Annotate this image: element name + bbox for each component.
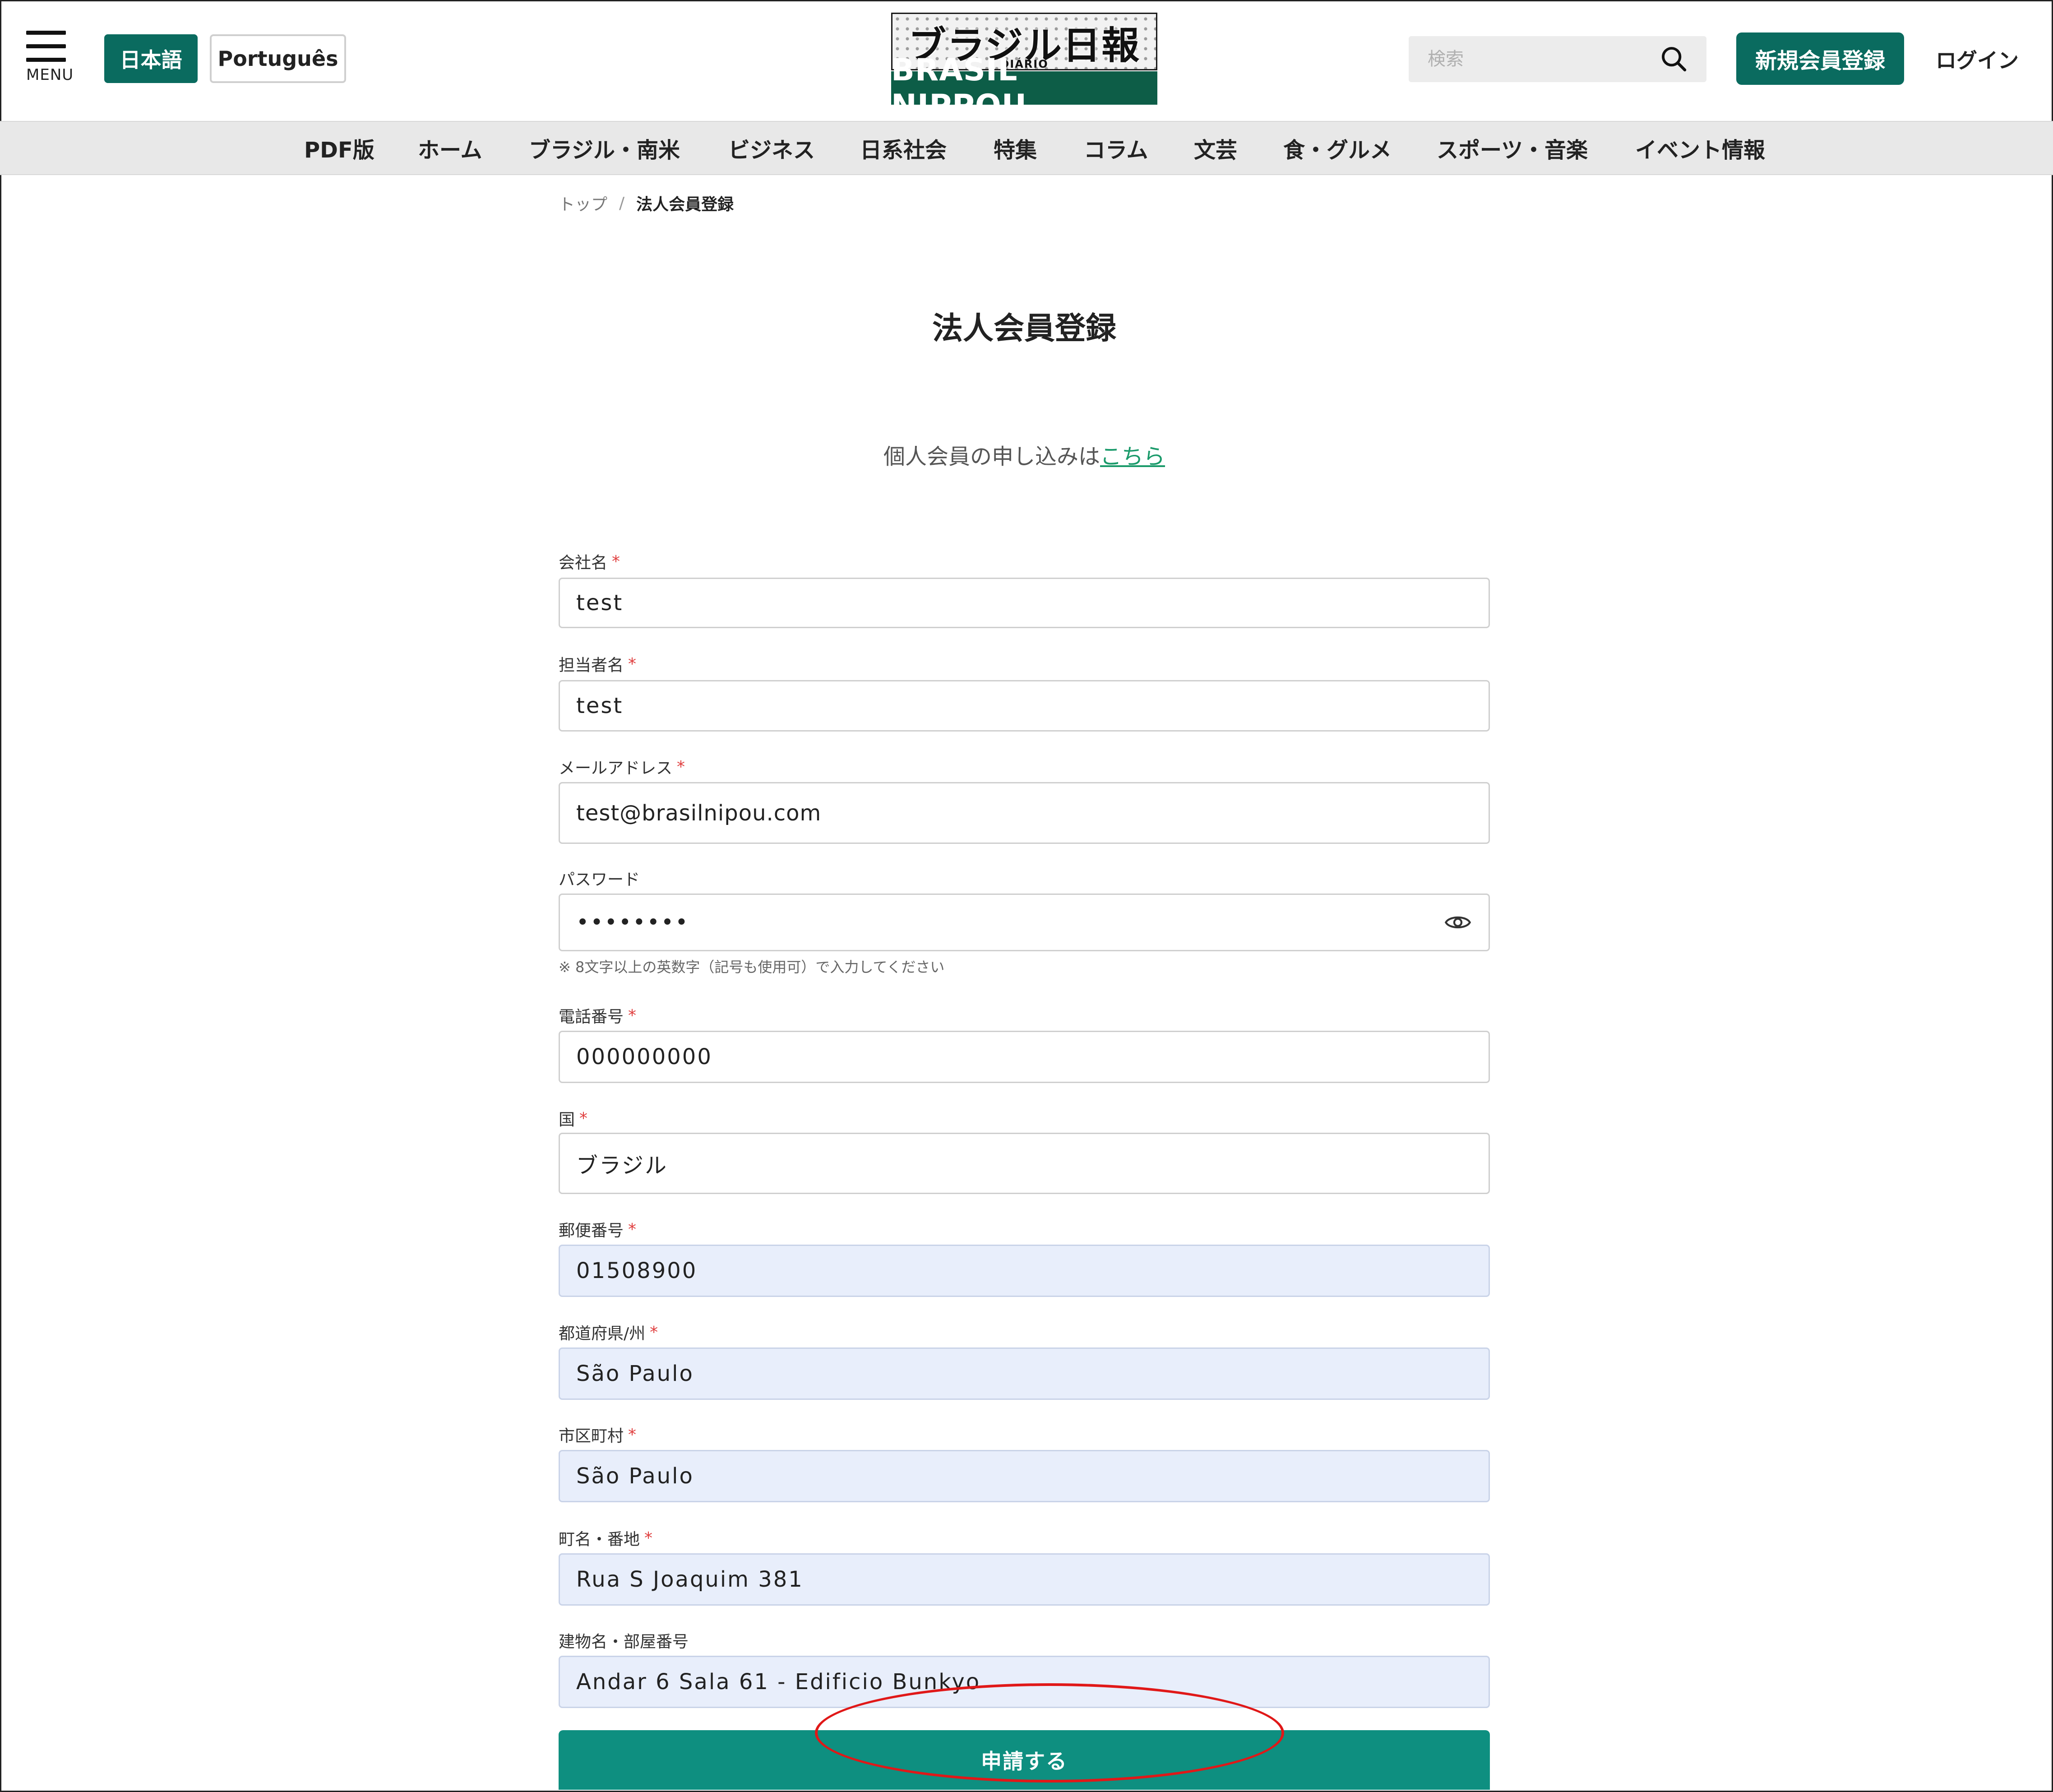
register-button[interactable]: 新規会員登録 [1736,32,1904,85]
city-value: São Paulo [576,1463,694,1489]
nav-item-gourmet[interactable]: 食・グルメ [1283,122,1392,174]
password-field[interactable]: •••••••• [559,894,1490,951]
city-label-text: 市区町村 [559,1427,624,1445]
eye-icon[interactable] [1443,908,1472,937]
language-japanese-button[interactable]: 日本語 [104,34,198,83]
nav-item-literature[interactable]: 文芸 [1194,122,1237,174]
phone-label: 電話番号 * [559,1004,636,1027]
contact-value: test [576,693,624,718]
required-mark: * [644,1528,653,1547]
password-value: •••••••• [576,910,689,935]
email-field[interactable]: test@brasilnipou.com [559,782,1490,844]
password-hint: ※ 8文字以上の英数字（記号も使用可）で入力してください [559,959,945,976]
logo-english-text: BRASIL NIPPOU [891,52,1157,124]
required-mark: * [628,654,637,673]
nav-item-column[interactable]: コラム [1084,122,1148,174]
nav-item-events[interactable]: イベント情報 [1635,122,1765,174]
city-label: 市区町村 * [559,1423,636,1446]
required-mark: * [612,552,620,571]
country-label-text: 国 [559,1111,575,1129]
hamburger-icon [26,31,66,35]
hamburger-icon-bar [26,58,66,62]
state-field[interactable]: São Paulo [559,1347,1490,1400]
street-field[interactable]: Rua S Joaquim 381 [559,1553,1490,1606]
breadcrumb: トップ / 法人会員登録 [559,190,734,217]
breadcrumb-separator: / [619,194,625,213]
company-label: 会社名 * [559,550,620,573]
site-logo[interactable]: ブラジル日報 DIÁRIO BRASIL NIPPOU [891,13,1157,124]
nav-item-brazil[interactable]: ブラジル・南米 [529,122,680,174]
required-mark: * [628,1006,637,1025]
country-value: ブラジル [576,1153,668,1178]
state-label: 都道府県/州 * [559,1320,658,1344]
required-mark: * [628,1425,637,1444]
main-nav: PDF版 ホーム ブラジル・南米 ビジネス 日系社会 特集 コラム 文芸 食・グ… [0,121,2053,175]
building-value: Andar 6 Sala 61 - Edificio Bunkyo [576,1669,981,1695]
company-value: test [576,590,624,616]
nav-item-sports[interactable]: スポーツ・音楽 [1437,122,1588,174]
menu-button[interactable]: MENU [26,31,74,85]
language-portuguese-button[interactable]: Português [210,34,346,83]
building-label-text: 建物名・部屋番号 [559,1633,689,1651]
breadcrumb-home[interactable]: トップ [559,191,607,215]
building-field[interactable]: Andar 6 Sala 61 - Edificio Bunkyo [559,1656,1490,1708]
state-label-text: 都道府県/州 [559,1324,646,1343]
phone-field[interactable]: 000000000 [559,1031,1490,1083]
company-field[interactable]: test [559,578,1490,628]
company-label-text: 会社名 [559,554,608,572]
nav-item-business[interactable]: ビジネス [728,122,815,174]
street-value: Rua S Joaquim 381 [576,1567,804,1592]
city-field[interactable]: São Paulo [559,1450,1490,1502]
phone-value: 000000000 [576,1044,712,1070]
nav-item-features[interactable]: 特集 [994,122,1037,174]
street-label-text: 町名・番地 [559,1530,640,1549]
email-value: test@brasilnipou.com [576,800,822,826]
individual-note: 個人会員の申し込みはこちら [559,439,1490,470]
menu-label: MENU [26,66,74,84]
password-label-text: パスワード [559,871,640,889]
search-input[interactable] [1427,48,1660,70]
postal-field[interactable]: 01508900 [559,1245,1490,1297]
individual-registration-link[interactable]: こちら [1100,444,1165,469]
hamburger-icon-bar [26,44,66,48]
country-label: 国 * [559,1107,587,1130]
email-label: メールアドレス * [559,755,685,778]
nav-item-nikkei[interactable]: 日系社会 [860,122,947,174]
country-select[interactable]: ブラジル [559,1133,1490,1194]
submit-button[interactable]: 申請する [559,1730,1490,1790]
search-icon[interactable] [1660,45,1688,74]
state-value: São Paulo [576,1361,694,1386]
email-label-text: メールアドレス [559,759,673,778]
breadcrumb-current: 法人会員登録 [636,195,734,214]
phone-label-text: 電話番号 [559,1008,624,1026]
nav-item-pdf[interactable]: PDF版 [304,122,375,174]
postal-label: 郵便番号 * [559,1218,636,1241]
nav-item-home[interactable]: ホーム [418,122,482,174]
postal-label-text: 郵便番号 [559,1222,624,1240]
contact-label-text: 担当者名 [559,656,624,675]
contact-field[interactable]: test [559,680,1490,732]
page-title: 法人会員登録 [932,311,1116,347]
building-label: 建物名・部屋番号 [559,1629,689,1652]
contact-label: 担当者名 * [559,652,636,676]
required-mark: * [650,1323,658,1342]
individual-note-text: 個人会員の申し込みは [883,444,1100,469]
required-mark: * [628,1220,637,1239]
required-mark: * [579,1109,588,1128]
search-box [1409,36,1706,82]
required-mark: * [677,757,685,776]
street-label: 町名・番地 * [559,1526,652,1550]
password-label: パスワード [559,866,640,890]
postal-value: 01508900 [576,1258,698,1283]
login-link[interactable]: ログイン [1936,43,2026,75]
